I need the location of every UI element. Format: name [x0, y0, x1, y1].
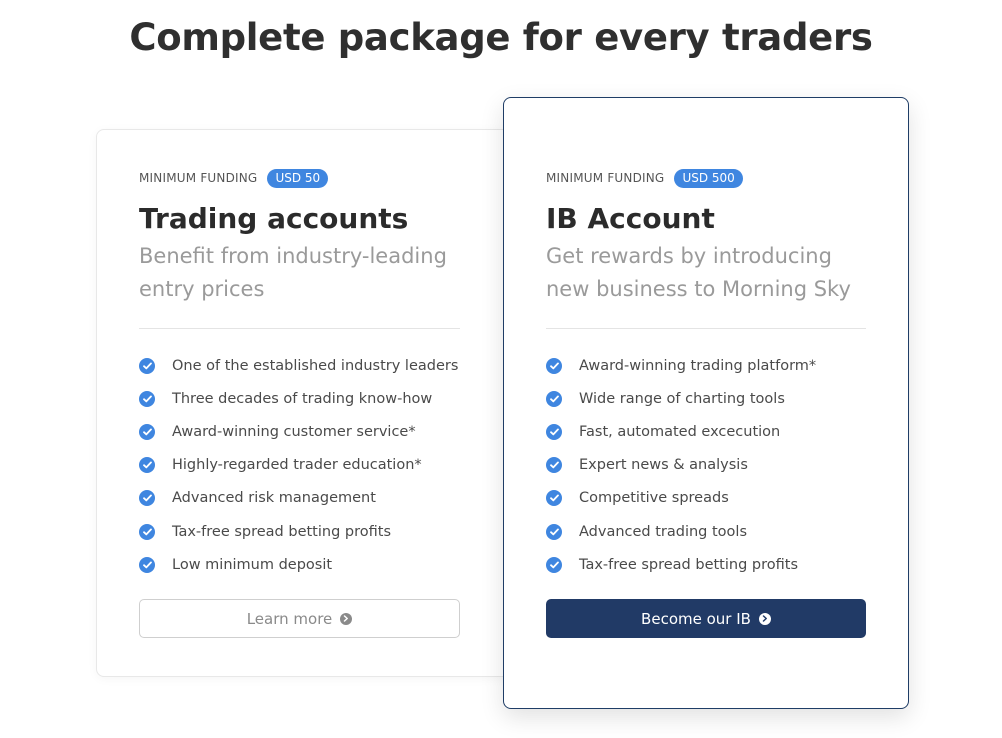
feature-text: Highly-regarded trader education* [172, 457, 422, 474]
check-circle-icon [139, 556, 155, 573]
card-subtitle: Benefit from industry-leading entry pric… [139, 244, 447, 301]
feature-item: Advanced risk management [139, 482, 460, 515]
learn-more-button[interactable]: Learn more [139, 599, 460, 638]
check-circle-icon [139, 523, 155, 540]
check-circle-icon [546, 556, 562, 573]
minimum-funding-label: MINIMUM FUNDING [546, 171, 665, 185]
check-circle-icon [139, 357, 155, 374]
section-heading: Complete package for every traders [0, 14, 1002, 62]
card-content: MINIMUM FUNDING USD 50 Trading accounts … [139, 168, 460, 581]
divider [546, 328, 866, 329]
feature-text: Fast, automated excecution [579, 423, 781, 440]
trading-accounts-card: MINIMUM FUNDING USD 50 Trading accounts … [96, 129, 516, 677]
feature-text: Tax-free spread betting profits [579, 556, 798, 573]
feature-text: Advanced trading tools [579, 523, 748, 540]
heading-highlight: Complete [129, 14, 325, 62]
feature-item: Award-winning customer service* [139, 415, 460, 448]
feature-text: Competitive spreads [579, 490, 729, 507]
funding-amount-badge: USD 500 [674, 168, 743, 188]
feature-text: Low minimum deposit [172, 556, 333, 573]
feature-item: Competitive spreads [546, 482, 867, 515]
feature-item: Expert news & analysis [546, 449, 867, 482]
feature-text: Three decades of trading know-how [172, 390, 433, 407]
card-subtitle: Get rewards by introducing new business … [546, 244, 851, 301]
feature-item: Wide range of charting tools [546, 382, 867, 415]
feature-item: One of the established industry leaders [139, 349, 460, 382]
check-circle-icon [546, 390, 562, 407]
check-circle-icon [546, 357, 562, 374]
feature-item: Fast, automated excecution [546, 415, 867, 448]
feature-list: One of the established industry leaders … [139, 349, 460, 581]
check-circle-icon [139, 457, 155, 474]
feature-item: Tax-free spread betting profits [546, 548, 867, 581]
feature-text: Award-winning trading platform* [579, 357, 817, 374]
minimum-funding-row: MINIMUM FUNDING USD 500 [546, 168, 867, 188]
funding-amount-badge: USD 50 [267, 168, 329, 188]
feature-text: One of the established industry leaders [172, 357, 459, 374]
heading-rest: package for every traders [325, 16, 873, 59]
become-our-ib-button[interactable]: Become our IB [546, 599, 866, 638]
check-circle-icon [139, 423, 155, 440]
ib-account-card: MINIMUM FUNDING USD 500 IB Account Get r… [503, 97, 909, 709]
feature-item: Low minimum deposit [139, 548, 460, 581]
feature-text: Expert news & analysis [579, 457, 748, 474]
feature-text: Award-winning customer service* [172, 423, 416, 440]
card-title: IB Account [546, 202, 715, 235]
chevron-right-circle-icon [758, 612, 771, 625]
card-title: Trading accounts [139, 202, 409, 235]
button-label: Become our IB [641, 609, 751, 628]
check-circle-icon [139, 490, 155, 507]
check-circle-icon [546, 423, 562, 440]
check-circle-icon [546, 457, 562, 474]
check-circle-icon [546, 523, 562, 540]
button-label: Learn more [246, 609, 333, 628]
pricing-section: Complete package for every traders MINIM… [0, 0, 1002, 738]
check-circle-icon [139, 390, 155, 407]
feature-item: Tax-free spread betting profits [139, 515, 460, 548]
feature-item: Three decades of trading know-how [139, 382, 460, 415]
feature-list: Award-winning trading platform* Wide ran… [546, 349, 867, 581]
minimum-funding-label: MINIMUM FUNDING [139, 171, 258, 185]
feature-item: Advanced trading tools [546, 515, 867, 548]
chevron-right-circle-icon [340, 612, 353, 625]
card-content: MINIMUM FUNDING USD 500 IB Account Get r… [546, 168, 867, 581]
feature-item: Highly-regarded trader education* [139, 449, 460, 482]
feature-item: Award-winning trading platform* [546, 349, 867, 382]
minimum-funding-row: MINIMUM FUNDING USD 50 [139, 168, 460, 188]
feature-text: Advanced risk management [172, 490, 376, 507]
feature-text: Wide range of charting tools [579, 390, 785, 407]
check-circle-icon [546, 490, 562, 507]
divider [139, 328, 460, 329]
feature-text: Tax-free spread betting profits [172, 523, 391, 540]
